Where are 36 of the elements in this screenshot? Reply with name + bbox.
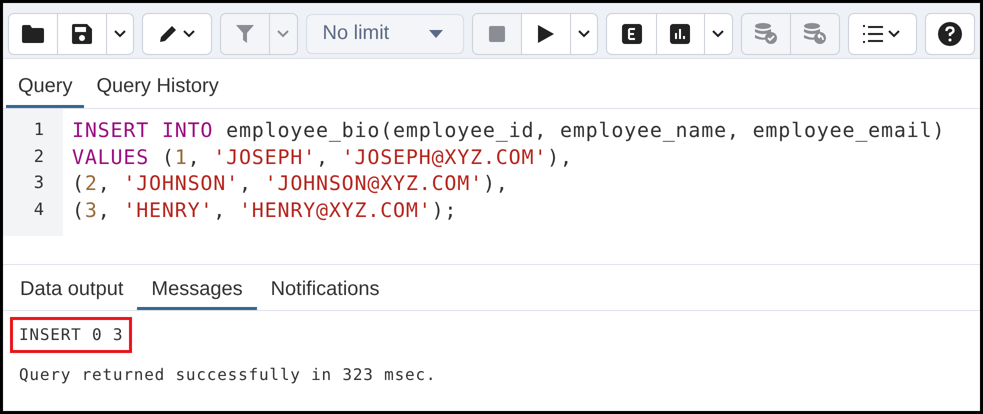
message-text: Query returned successfully in 323 msec. [18, 364, 438, 386]
output-tab[interactable]: Messages [137, 265, 257, 310]
folder-icon [22, 24, 44, 42]
message-text: INSERT 0 3 [10, 317, 132, 353]
code-line: INSERT INTO employee_bio(employee_id, employee_name, employee_email) [72, 117, 946, 144]
line-number: 3 [32, 172, 45, 195]
numbered-list-icon [863, 24, 902, 42]
caret-button[interactable] [570, 14, 598, 54]
line-number: 4 [32, 198, 45, 222]
caret-icon [277, 30, 290, 38]
database-undo-icon [802, 22, 827, 44]
help-icon [938, 22, 962, 46]
letter-square-icon [622, 24, 642, 44]
editor-tab[interactable]: Query History [84, 59, 231, 108]
dropdown-arrow-icon [428, 30, 443, 38]
line-number: 2 [32, 146, 45, 168]
code-line: VALUES (1, 'JOSEPH', 'JOSEPH@XYZ.COM'), [72, 144, 574, 170]
play-icon [538, 24, 554, 42]
stop-icon [489, 26, 506, 42]
caret-icon [578, 30, 590, 38]
bar-chart-icon [670, 24, 690, 44]
database-check-icon [754, 22, 778, 44]
limit-dropdown[interactable]: No limit [306, 14, 464, 54]
caret-icon [712, 30, 724, 38]
pencil-icon [158, 24, 196, 44]
code-line: (3, 'HENRY', 'HENRY@XYZ.COM'); [72, 196, 458, 223]
filter-icon [236, 24, 254, 42]
line-number: 1 [32, 119, 45, 142]
output-tab[interactable]: Notifications [256, 265, 394, 310]
code-editor[interactable]: 1 2 3 4 INSERT INTO employee_bio(employee_id, employee_name, employee_email) VALUES (1, 'JOSEPH', 'JOSEPH@XYZ.COM'), (2, 'JOHNSON', 'JOHNSON@XYZ.COM'), (3, 'HENRY', 'HENRY@XYZ.COM'); [3, 109, 980, 236]
caret-button[interactable] [704, 14, 732, 54]
code-line: (2, 'JOHNSON', 'JOHNSON@XYZ.COM'), [72, 170, 510, 196]
caret-icon [114, 30, 126, 38]
output-tab[interactable]: Data output [6, 265, 138, 310]
save-icon [72, 24, 92, 44]
caret-button[interactable] [106, 14, 134, 54]
